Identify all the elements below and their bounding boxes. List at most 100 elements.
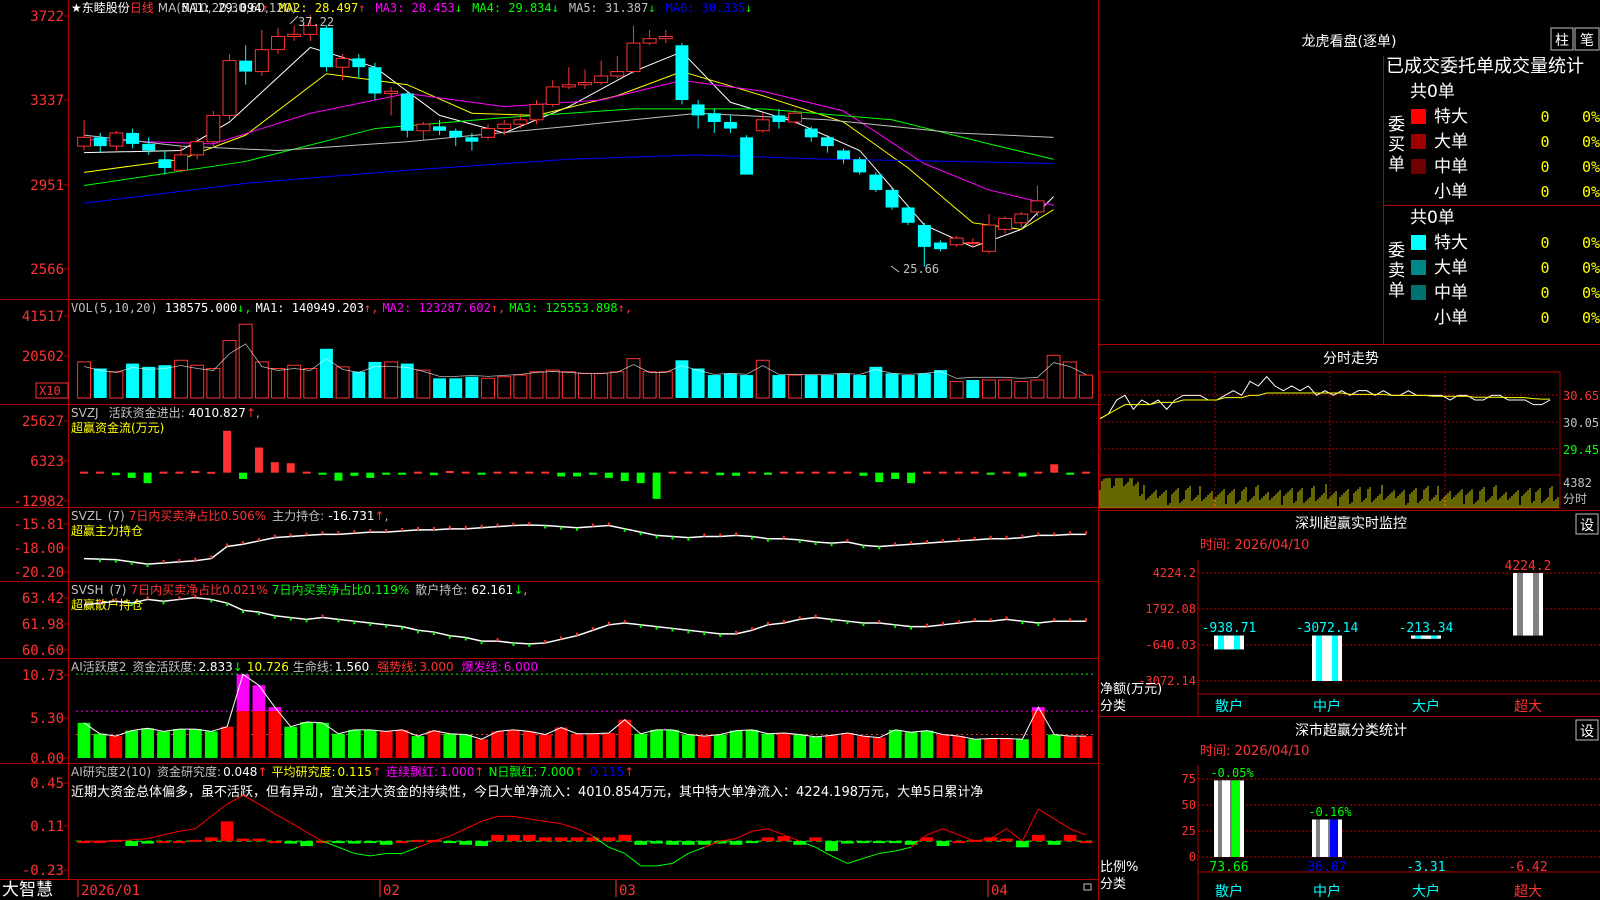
volume-bar [610, 371, 625, 399]
ai2-bar [570, 837, 584, 842]
candle-body [1014, 213, 1029, 224]
svsh-line-tick [576, 632, 579, 636]
volume-bar [384, 361, 399, 399]
svsh-line-tick [496, 638, 499, 642]
ai1-bar [761, 733, 775, 758]
sz-stats-top-label: -0.16% [1308, 805, 1352, 819]
svzj-bar [732, 472, 741, 476]
volume-bar [804, 375, 818, 398]
ai2-bar [252, 838, 266, 842]
svzl-line-tick [98, 559, 101, 563]
ai1-bar [443, 733, 457, 758]
ai1-bar [729, 730, 743, 758]
svsh-line-tick [957, 620, 960, 623]
longhu-row-pct: 0% [1582, 259, 1600, 277]
sz-monitor-value-label: -3072.14 [1296, 621, 1359, 636]
candle-body [319, 27, 333, 68]
lock-icon[interactable] [1083, 883, 1092, 891]
longhu-row-pct: 0% [1582, 158, 1600, 176]
longhu-swatch [1411, 109, 1426, 124]
svzl-line-tick [1021, 534, 1024, 538]
svzl-line-tick [194, 557, 197, 561]
ai2-line-seg [560, 823, 578, 830]
volume-bar [513, 374, 528, 399]
svzl-line-tick [687, 537, 690, 541]
volume-bar [837, 373, 851, 398]
svzl-line-tick [401, 528, 404, 532]
ai2-line-seg [879, 850, 896, 854]
sz-monitor-xlabel: 分类 [1100, 699, 1126, 714]
volume-bar [658, 371, 673, 399]
sz-monitor-bar-core [1322, 635, 1332, 681]
sz-stats-bar-core [1320, 819, 1328, 857]
svzl-line-tick [894, 542, 897, 546]
volume-bar [368, 361, 382, 398]
svsh-line-tick [1069, 618, 1072, 622]
svzl-line-tick [846, 539, 849, 543]
sz-stats-value-label: 36.07 [1307, 860, 1346, 875]
longhu-row-name: 中单 [1434, 157, 1468, 177]
ai1-bar [920, 730, 934, 758]
ai1-bar [220, 726, 234, 758]
ai1-bar [809, 736, 823, 758]
svsh-line-tick [178, 596, 181, 600]
svsh-line-path [83, 596, 1087, 645]
ai2-line-seg [958, 834, 975, 842]
ai1-bar [522, 731, 536, 758]
ai2-bar [491, 834, 504, 842]
sz-stats-category: 散户 [1215, 883, 1243, 900]
candle-body [642, 38, 657, 44]
sz-stats-y-tick: 0 [1189, 850, 1196, 864]
candle-body [109, 132, 124, 147]
svsh-line-tick [925, 623, 928, 627]
sz-monitor-title: 深圳超赢实时监控 [1295, 515, 1407, 532]
x-label: 2026/01 [81, 883, 140, 899]
ai1-bar [713, 734, 727, 758]
ai2-line-seg [529, 818, 546, 822]
svsh-line-tick [623, 620, 626, 623]
svzl-line-tick [735, 532, 738, 536]
svzl-line-tick [257, 537, 260, 541]
svzj-bar [366, 472, 375, 478]
candle-body [481, 128, 496, 138]
longhu-row-count: 0 [1540, 183, 1549, 201]
longhu-row-count: 0 [1540, 158, 1549, 176]
ai2-line-seg [576, 828, 594, 837]
candle-body [287, 33, 302, 37]
candle-body [917, 225, 931, 247]
ai2-line-seg [926, 828, 944, 836]
ai2-line-seg [608, 846, 625, 854]
svzj-bar [1082, 471, 1091, 474]
svsh-line-tick [273, 615, 276, 619]
longhu-row-count: 0 [1540, 309, 1549, 327]
intraday-panel: 分时走势 30.65 30.05 29.45 4382 分时 [1099, 351, 1599, 509]
svzj-bar [636, 472, 645, 484]
volume-bar [772, 375, 786, 398]
ai2-header: AI研究度2(10) 资金研究度: 0.048↑ 平均研究度: 0.115↑ 连续飘红: 1… [71, 764, 634, 779]
longhu-row-name: 特大 [1434, 107, 1468, 127]
svzl-line-tick [416, 526, 419, 530]
longhu-row-count: 0 [1540, 234, 1549, 252]
svzl-line-tick [1037, 532, 1040, 536]
svzj-bar [493, 471, 502, 474]
ai1-bar [538, 734, 552, 758]
svzj-bar [127, 472, 136, 478]
ai1-bar [475, 739, 488, 758]
ai2-line-seg [433, 835, 450, 842]
svsh-line-tick [878, 620, 881, 623]
ai2-bar [507, 834, 520, 842]
vol-ma-label: MA2: 123287.602 [382, 301, 490, 315]
longhu-title: 龙虎看盘(逐单) [1302, 33, 1397, 50]
ai2-bar [268, 841, 282, 844]
ai1-bar [634, 733, 648, 758]
svzl-subtitle: 超赢主力持仓 [71, 523, 143, 538]
volume-bar [578, 372, 592, 399]
ai1-bar [252, 711, 266, 758]
ma-header-label: MA2: 28.497 [279, 1, 358, 15]
candle-body [740, 137, 754, 175]
svsh-line-tick [353, 621, 356, 625]
svzl-line-tick [337, 531, 340, 535]
svzl-line-tick [369, 529, 372, 533]
ai1-bar [300, 722, 314, 758]
x-label: 03 [619, 883, 636, 899]
